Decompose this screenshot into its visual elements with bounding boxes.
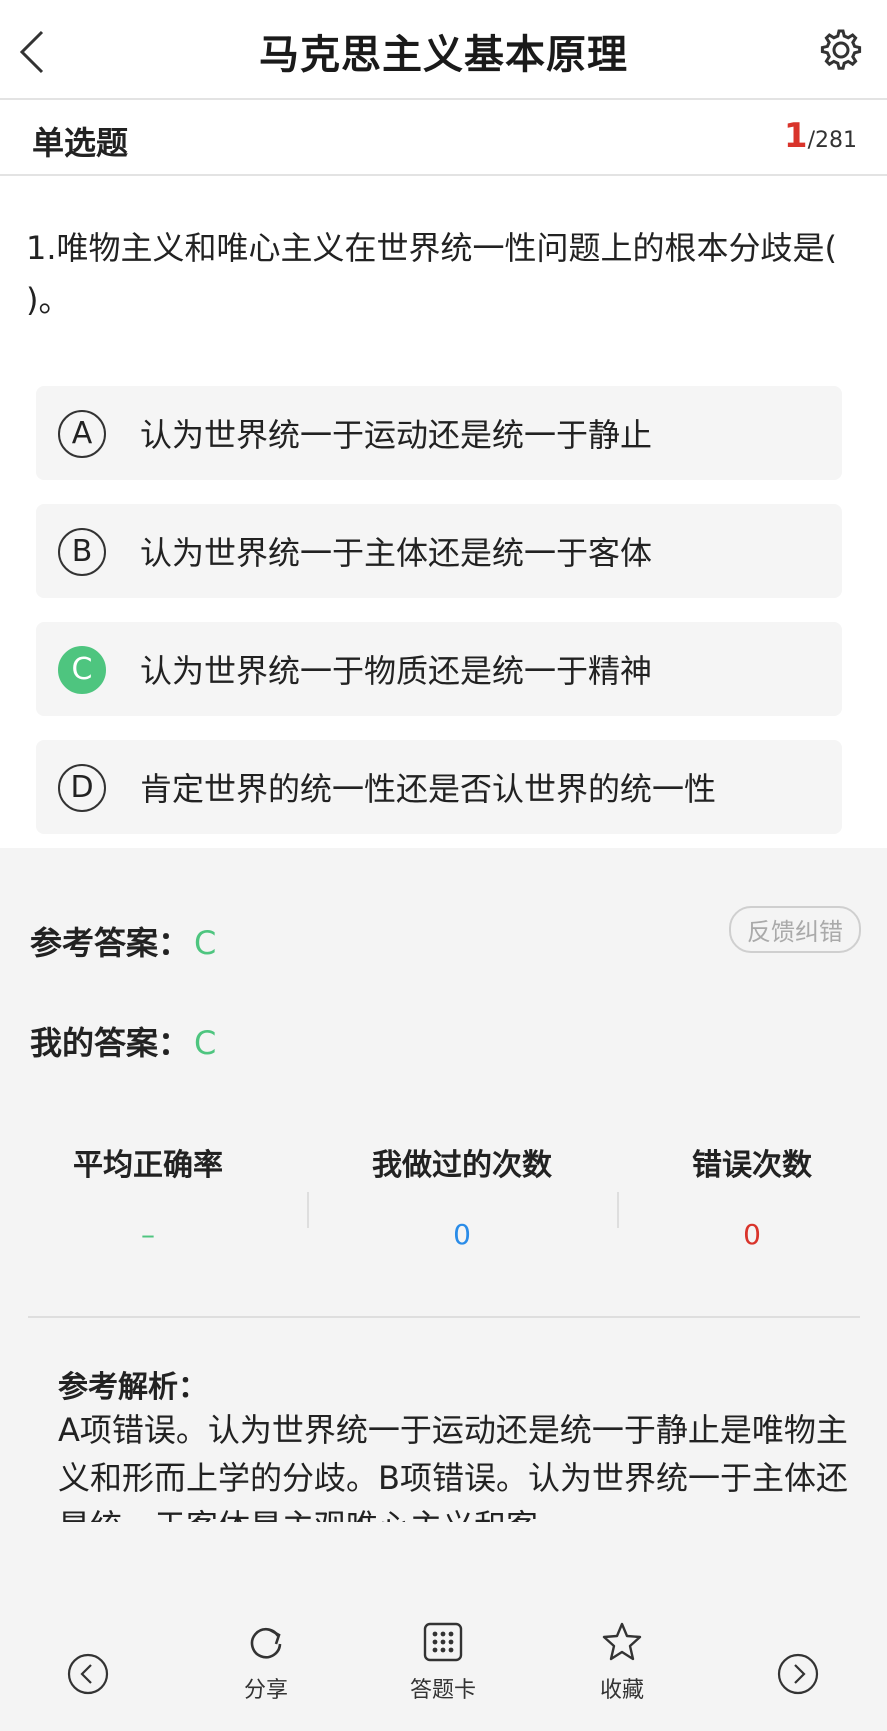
share-icon (250, 1627, 282, 1659)
current-question-number: 1 (783, 116, 808, 156)
option-letter-badge: A (58, 410, 106, 458)
header-bar: 马克思主义基本原理 (0, 0, 887, 100)
next-question-button[interactable] (776, 1652, 820, 1696)
previous-question-button[interactable] (66, 1652, 110, 1696)
option-letter-badge-correct: C (58, 646, 106, 694)
reference-answer-row: 参考答案： C (30, 918, 216, 964)
my-answer-label: 我的答案： (30, 1024, 191, 1062)
favorite-label: 收藏 (599, 1678, 644, 1703)
reference-answer-value: C (194, 924, 217, 962)
my-answer-row: 我的答案： C (30, 1018, 216, 1064)
question-stem: 1.唯物主义和唯心主义在世界统一性问题上的根本分歧是( )。 (26, 229, 838, 319)
stat-average-accuracy: 平均正确率 – (8, 1140, 288, 1251)
chevron-right-circle-icon (777, 1653, 819, 1695)
option-text: 肯定世界的统一性还是否认世界的统一性 (140, 770, 717, 808)
feedback-button[interactable]: 反馈纠错 (729, 906, 861, 953)
option-c[interactable]: C 认为世界统一于物质还是统一于精神 (36, 622, 842, 716)
answer-card-button[interactable]: 答题卡 (400, 1620, 486, 1704)
my-answer-value: C (194, 1024, 217, 1062)
option-b[interactable]: B 认为世界统一于主体还是统一于客体 (36, 504, 842, 598)
question-type-bar: 单选题 1/281 (0, 100, 887, 176)
analysis-title: 参考解析： (58, 1370, 208, 1405)
answer-panel: 参考答案： C 反馈纠错 我的答案： C (0, 848, 887, 1731)
option-letter-badge: B (58, 528, 106, 576)
settings-button[interactable] (817, 26, 865, 74)
grid-icon (423, 1622, 463, 1662)
divider (28, 1316, 860, 1318)
stat-label: 错误次数 (692, 1148, 812, 1183)
option-text: 认为世界统一于主体还是统一于客体 (140, 534, 653, 572)
option-d[interactable]: D 肯定世界的统一性还是否认世界的统一性 (36, 740, 842, 834)
star-icon (602, 1622, 642, 1661)
answer-card-label: 答题卡 (409, 1678, 476, 1703)
reference-answer-label: 参考答案： (30, 924, 191, 962)
share-button[interactable]: 分享 (234, 1620, 298, 1704)
stat-label: 我做过的次数 (372, 1148, 552, 1183)
gear-icon (820, 29, 862, 70)
question-progress: 1/281 (784, 116, 857, 156)
stat-value: – (141, 1218, 155, 1251)
option-letter-badge: D (58, 764, 106, 812)
total-question-count: /281 (807, 128, 857, 153)
chevron-left-circle-icon (67, 1653, 109, 1695)
stats-section: 平均正确率 – 我做过的次数 0 错误次数 0 (0, 1140, 887, 1260)
bottom-nav: 分享 答题卡 收藏 (0, 1620, 887, 1731)
stat-label: 平均正确率 (73, 1148, 223, 1183)
option-a[interactable]: A 认为世界统一于运动还是统一于静止 (36, 386, 842, 480)
stat-value: 0 (743, 1218, 761, 1251)
stat-divider (307, 1192, 309, 1228)
analysis-text: A项错误。认为世界统一于运动还是统一于静止是唯物主义和形而上学的分歧。B项错误。… (58, 1411, 848, 1522)
option-text: 认为世界统一于运动还是统一于静止 (140, 416, 653, 454)
option-text: 认为世界统一于物质还是统一于精神 (140, 652, 653, 690)
page-title: 马克思主义基本原理 (259, 32, 628, 78)
favorite-button[interactable]: 收藏 (590, 1620, 654, 1704)
share-label: 分享 (243, 1678, 288, 1703)
stat-error-count: 错误次数 0 (612, 1140, 887, 1251)
question-type-label: 单选题 (32, 124, 129, 162)
stat-value: 0 (453, 1218, 471, 1251)
stat-times-done: 我做过的次数 0 (322, 1140, 602, 1251)
